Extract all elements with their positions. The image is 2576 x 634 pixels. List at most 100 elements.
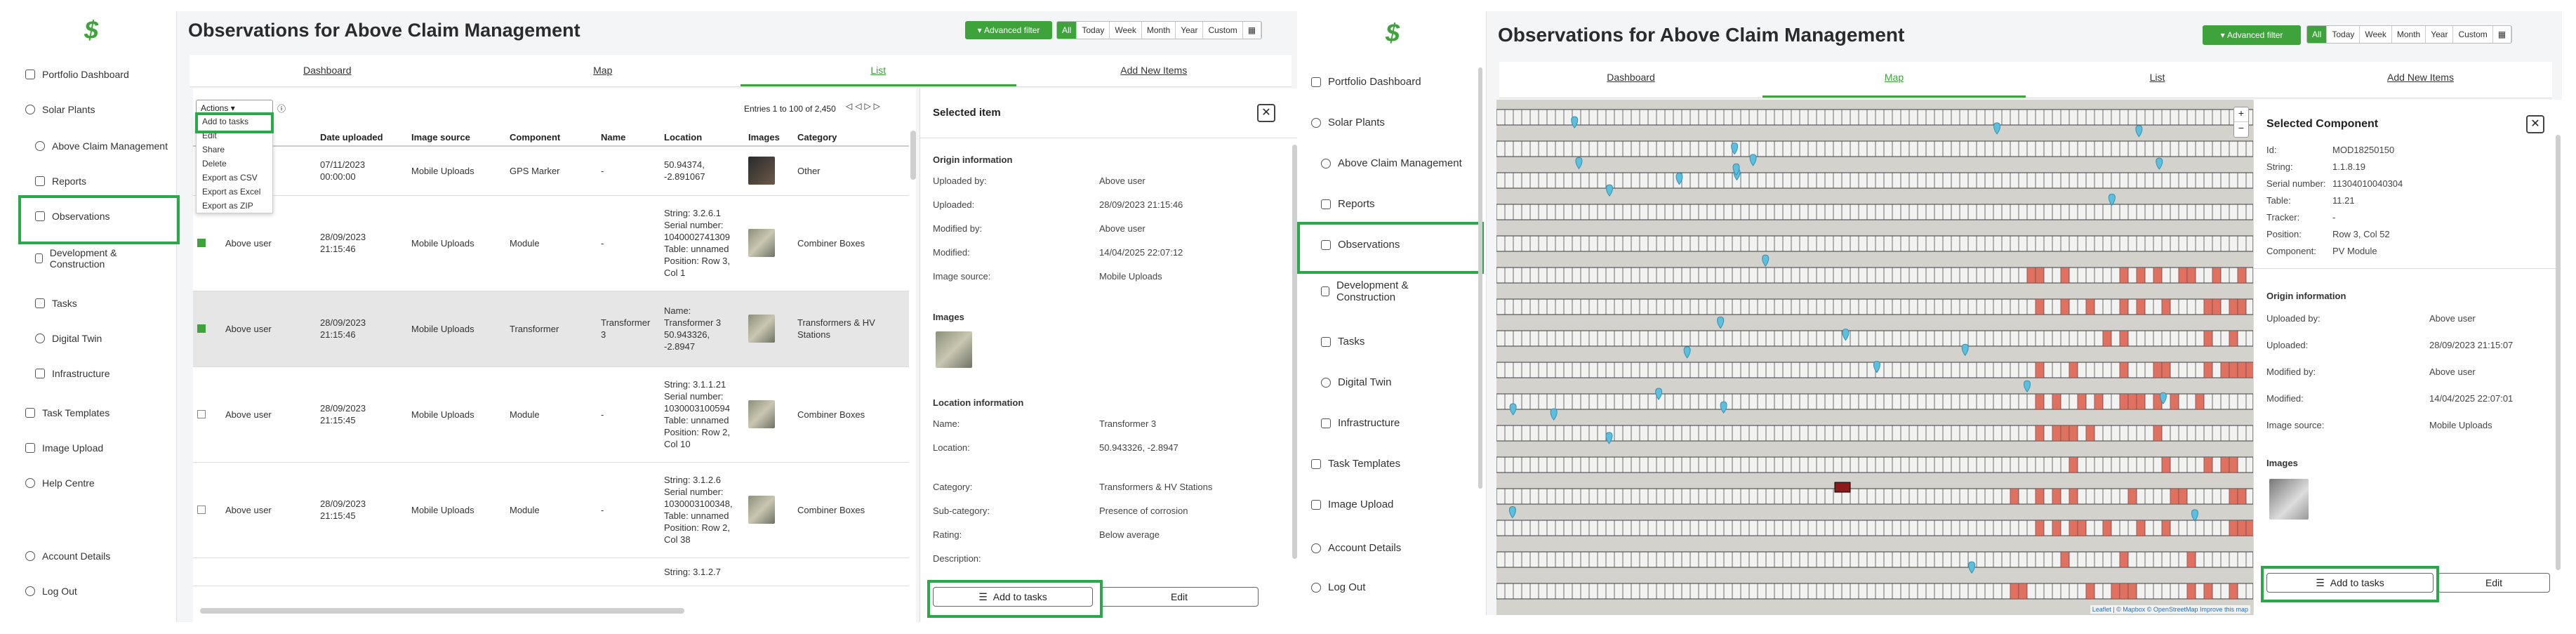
col-category[interactable]: Category xyxy=(793,129,909,147)
defect-module[interactable] xyxy=(2069,456,2078,473)
defect-module[interactable] xyxy=(2229,583,2238,600)
tab-map[interactable]: Map xyxy=(465,55,741,86)
defect-module[interactable] xyxy=(2245,520,2253,536)
tab-add-new-items[interactable]: Add New Items xyxy=(1016,55,1292,86)
range-month[interactable]: Month xyxy=(2392,26,2426,43)
nav-image-upload[interactable]: Image Upload xyxy=(1311,498,1393,510)
col-name[interactable]: Name xyxy=(597,129,660,147)
defect-module[interactable] xyxy=(2069,488,2078,505)
observation-pin[interactable] xyxy=(1993,122,2001,135)
nav-help-centre[interactable]: Help Centre xyxy=(25,477,95,489)
defect-module[interactable] xyxy=(2136,298,2146,315)
close-icon[interactable]: ✕ xyxy=(1257,104,1275,122)
nav-digital-twin[interactable]: Digital Twin xyxy=(1321,376,1391,388)
defect-module[interactable] xyxy=(2237,488,2247,505)
menu-share[interactable]: Share xyxy=(197,143,272,157)
defect-module[interactable] xyxy=(2212,298,2222,315)
nav-portfolio-dashboard[interactable]: Portfolio Dashboard xyxy=(25,69,129,80)
defect-module[interactable] xyxy=(2136,393,2146,410)
map-attribution[interactable]: Leaflet | © Mapbox © OpenStreetMap Impro… xyxy=(2090,605,2250,614)
detail-scrollbar[interactable] xyxy=(2556,135,2561,570)
panel-table[interactable] xyxy=(1496,330,2253,347)
observation-pin[interactable] xyxy=(2191,509,2198,522)
defect-module[interactable] xyxy=(2237,362,2247,378)
defect-module[interactable] xyxy=(2161,362,2171,378)
range-month[interactable]: Month xyxy=(1142,22,1176,39)
component-image-thumbnail[interactable] xyxy=(2269,479,2309,520)
date-range-selector[interactable]: All Today Week Month Year Custom ▦ xyxy=(2306,25,2513,44)
defect-module[interactable] xyxy=(2186,583,2196,600)
defect-module[interactable] xyxy=(2203,583,2213,600)
defect-module[interactable] xyxy=(2195,393,2205,410)
defect-module[interactable] xyxy=(2119,267,2129,284)
nav-account-details[interactable]: Account Details xyxy=(25,550,110,562)
defect-module[interactable] xyxy=(2085,425,2095,442)
range-year[interactable]: Year xyxy=(1176,22,1204,39)
menu-export-excel[interactable]: Export as Excel xyxy=(197,185,272,199)
defect-module[interactable] xyxy=(2220,456,2230,473)
checkbox-checked[interactable] xyxy=(197,324,206,333)
panel-table[interactable] xyxy=(1496,235,2253,252)
panel-table[interactable] xyxy=(1496,488,2253,505)
range-all[interactable]: All xyxy=(1057,22,1077,39)
range-week[interactable]: Week xyxy=(1110,22,1142,39)
nav-tasks[interactable]: Tasks xyxy=(1321,336,1365,348)
panel-table[interactable] xyxy=(1496,109,2253,126)
image-thumbnail[interactable] xyxy=(748,315,775,343)
tab-dashboard[interactable]: Dashboard xyxy=(1499,62,1762,98)
nav-image-upload[interactable]: Image Upload xyxy=(25,442,103,454)
panel-table[interactable] xyxy=(1496,456,2253,473)
nav-task-templates[interactable]: Task Templates xyxy=(1311,458,1400,470)
observation-pin[interactable] xyxy=(1509,403,1517,416)
defect-module[interactable] xyxy=(2170,393,2179,410)
nav-development[interactable]: Development & Construction xyxy=(35,247,140,270)
defect-module[interactable] xyxy=(2060,267,2070,284)
cell-image[interactable] xyxy=(744,146,793,196)
observation-pin[interactable] xyxy=(2024,380,2031,393)
row-checkbox[interactable] xyxy=(193,462,221,558)
app-logo[interactable]: $ xyxy=(84,15,98,45)
nav-reports[interactable]: Reports xyxy=(1321,198,1375,210)
range-today[interactable]: Today xyxy=(2327,26,2361,43)
image-thumbnail[interactable] xyxy=(748,157,775,185)
defect-module[interactable] xyxy=(2203,456,2213,473)
list-horizontal-scrollbar[interactable] xyxy=(200,608,684,614)
nav-portfolio-dashboard[interactable]: Portfolio Dashboard xyxy=(1311,76,1421,88)
row-checkbox[interactable] xyxy=(193,291,221,367)
observation-pin[interactable] xyxy=(1575,157,1583,170)
nav-log-out[interactable]: Log Out xyxy=(1311,581,1365,593)
range-custom[interactable]: Custom xyxy=(1203,22,1243,39)
defect-module[interactable] xyxy=(2085,298,2095,315)
checkbox-empty[interactable] xyxy=(197,410,206,418)
defect-module[interactable] xyxy=(2220,362,2230,378)
nav-account-details[interactable]: Account Details xyxy=(1311,542,1401,554)
panel-table[interactable] xyxy=(1496,551,2253,568)
menu-export-csv[interactable]: Export as CSV xyxy=(197,171,272,185)
range-week[interactable]: Week xyxy=(2360,26,2392,43)
observation-pin[interactable] xyxy=(1508,506,1516,519)
range-custom[interactable]: Custom xyxy=(2453,26,2493,43)
panel-table[interactable] xyxy=(1496,140,2253,157)
observation-pin[interactable] xyxy=(1550,408,1558,421)
observation-pin[interactable] xyxy=(1762,254,1770,268)
observation-pin[interactable] xyxy=(1605,432,1613,444)
defect-module[interactable] xyxy=(2035,298,2045,315)
nav-solar-plants[interactable]: Solar Plants xyxy=(1311,117,1385,128)
image-thumbnail[interactable] xyxy=(748,400,775,428)
table-row[interactable]: Above user 28/09/2023 21:15:45 Mobile Up… xyxy=(193,366,909,463)
nav-task-templates[interactable]: Task Templates xyxy=(25,407,109,418)
defect-module[interactable] xyxy=(2136,267,2146,284)
defect-module[interactable] xyxy=(2102,330,2112,347)
defect-module[interactable] xyxy=(2035,425,2045,442)
defect-module[interactable] xyxy=(2127,488,2137,505)
defect-module[interactable] xyxy=(2153,362,2163,378)
cell-image[interactable] xyxy=(744,291,793,367)
defect-module[interactable] xyxy=(2060,551,2070,568)
defect-module[interactable] xyxy=(2161,520,2171,536)
nav-infrastructure[interactable]: Infrastructure xyxy=(35,368,109,379)
image-thumbnail[interactable] xyxy=(748,496,775,524)
advanced-filter-button[interactable]: ▾ Advanced filter xyxy=(965,21,1052,39)
defect-module[interactable] xyxy=(2136,520,2146,536)
defect-module[interactable] xyxy=(2119,551,2129,568)
defect-module[interactable] xyxy=(2026,267,2036,284)
